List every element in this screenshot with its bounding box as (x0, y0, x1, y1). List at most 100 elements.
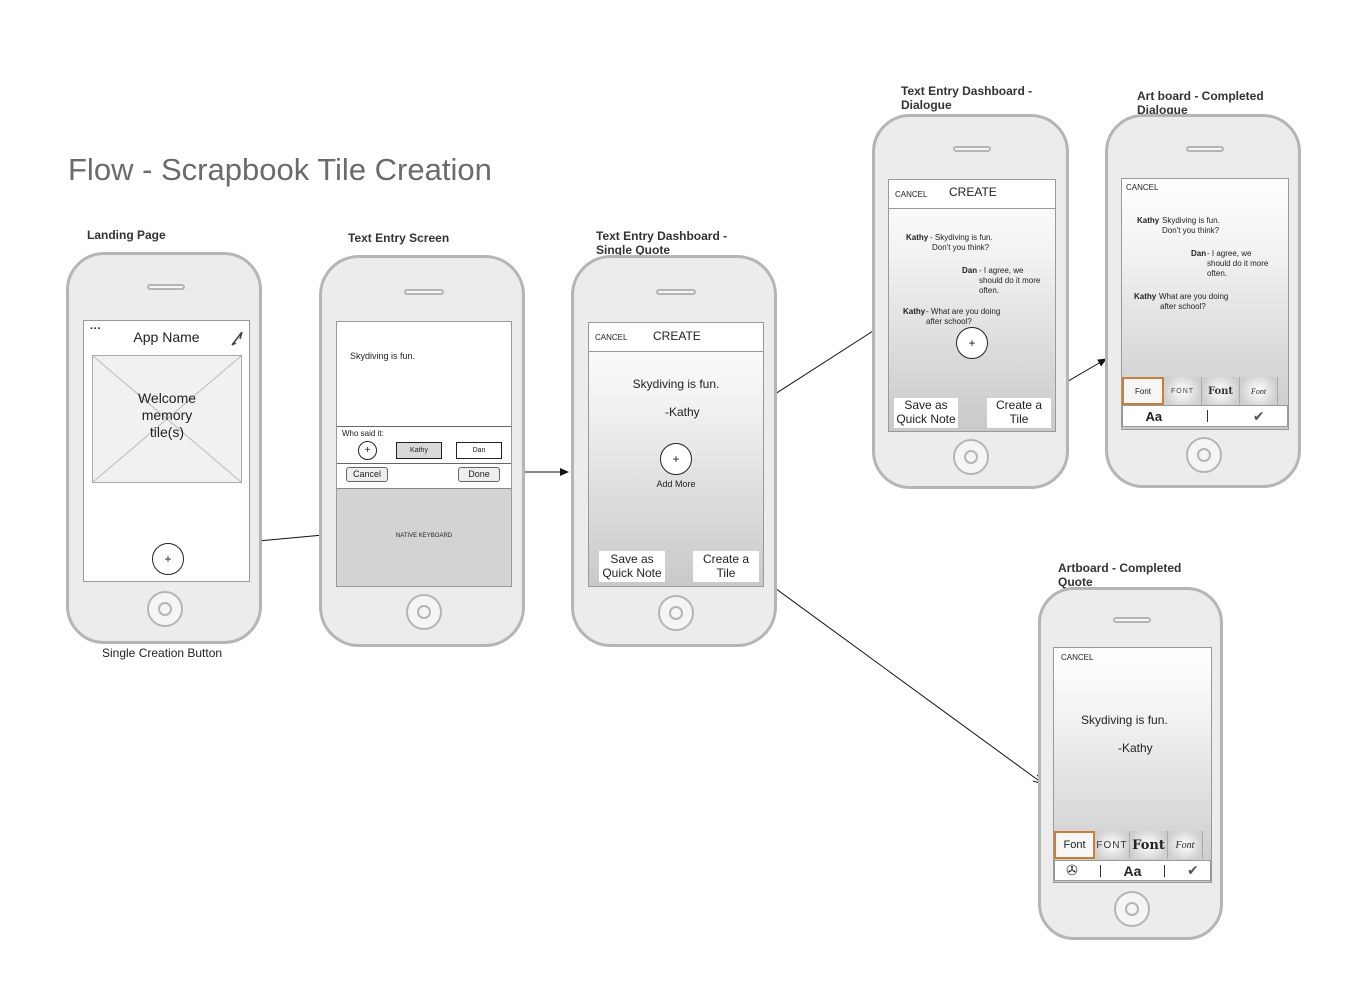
quote-text: Skydiving is fun. (1081, 713, 1168, 727)
caption-line: Art board - Completed (1137, 89, 1264, 103)
native-keyboard[interactable]: NATIVE KEYBOARD (337, 488, 511, 586)
dialogue-text: after school? (926, 317, 972, 326)
who-said-panel: Who said it: + Kathy Dan (337, 426, 511, 464)
dialogue-speaker: Dan (1191, 249, 1207, 258)
phone-speaker (147, 284, 185, 290)
button-line: Save as (610, 552, 654, 566)
dialogue-text: often. (1207, 269, 1228, 278)
quote-author: -Kathy (665, 405, 700, 419)
dialogue-text: Don't you think? (932, 243, 990, 252)
add-more-label: Add More (656, 479, 696, 489)
toolbar-divider (1163, 864, 1165, 877)
create-tile-button[interactable]: Create a Tile (693, 551, 759, 582)
home-button (953, 439, 989, 475)
caption-line: Text Entry Dashboard - (901, 84, 1033, 98)
home-button (147, 591, 183, 627)
welcome-image-placeholder: Welcome memory tile(s) (92, 355, 242, 483)
text-size-button[interactable]: Aa (1124, 863, 1142, 879)
app-name: App Name (133, 329, 200, 345)
phone-landing: ··· App Name Welcome memory tile(s) + (66, 252, 262, 644)
add-more-button[interactable]: + (956, 327, 988, 359)
font-option-caps[interactable]: FONT (1164, 377, 1202, 405)
speaker-dan-button[interactable]: Dan (456, 442, 502, 459)
phone-dashboard-dialogue: CANCEL CREATE Kathy - Skydiving is fun. … (872, 114, 1069, 489)
done-button[interactable]: Done (458, 467, 500, 482)
create-tile-button[interactable]: Create a Tile (987, 398, 1051, 428)
dialogue-text: What are you doing (1159, 292, 1229, 301)
dialogue-text: after school? (1160, 302, 1206, 311)
camera-shutter-icon[interactable]: ✇ (1066, 862, 1078, 879)
quote-text: Skydiving is fun. (632, 377, 720, 391)
toolbar-divider (1100, 864, 1102, 877)
cancel-button[interactable]: Cancel (346, 467, 388, 482)
welcome-line: Welcome (137, 390, 197, 406)
dialogue-speaker: Kathy (906, 233, 929, 242)
dialogue-line: - I agree, we should do it more often. (979, 266, 1040, 296)
font-option-bold[interactable]: Font (1130, 831, 1168, 859)
create-tile-plus-button[interactable]: + (152, 543, 184, 575)
text-size-button[interactable]: Aa (1145, 409, 1162, 424)
create-link[interactable]: CREATE (653, 329, 701, 343)
font-option-plain[interactable]: Font (1122, 377, 1164, 405)
font-picker: Font FONT Font Font (1122, 377, 1288, 405)
caption-artboard-quote: Artboard - Completed Quote (1058, 561, 1181, 589)
font-option-plain[interactable]: Font (1054, 831, 1095, 859)
landing-footnote: Single Creation Button (102, 646, 223, 660)
dashboard-dialogue-screen: CANCEL CREATE Kathy - Skydiving is fun. … (888, 179, 1056, 432)
caption-line: Text Entry Dashboard - (596, 229, 728, 243)
save-quick-note-button[interactable]: Save as Quick Note (894, 398, 958, 428)
phone-speaker (656, 289, 696, 295)
arrow-tile-to-quote-artboard (756, 574, 1042, 783)
home-button (1186, 437, 1222, 473)
dialogue-line: - I agree, we should do it more often. (1207, 249, 1268, 279)
cancel-link[interactable]: CANCEL (1126, 183, 1158, 192)
toolbar-divider (1206, 410, 1208, 422)
dialogue-line: - Skydiving is fun. Don't you think? (930, 233, 993, 253)
text-entry-screen: Skydiving is fun. Who said it: + Kathy D… (336, 321, 512, 587)
button-line: Quick Note (896, 412, 956, 426)
phone-speaker (1186, 146, 1224, 152)
artboard-toolbar: Aa ✔ (1122, 405, 1288, 427)
dialogue-text: - I agree, we (979, 266, 1024, 275)
landing-screen: ··· App Name Welcome memory tile(s) + (83, 320, 250, 582)
font-option-bold[interactable]: Font (1202, 377, 1240, 405)
dialogue-speaker: Kathy (1134, 292, 1157, 301)
dialogue-text: Don't you think? (1162, 226, 1220, 235)
speaker-kathy-button[interactable]: Kathy (396, 442, 442, 459)
font-option-script[interactable]: Font (1240, 377, 1278, 405)
phone-speaker (404, 289, 444, 295)
font-option-caps[interactable]: FONT (1095, 831, 1130, 859)
welcome-line: memory (141, 407, 193, 423)
add-speaker-button[interactable]: + (358, 441, 377, 460)
caption-dashboard-dialogue: Text Entry Dashboard - Dialogue (901, 84, 1032, 112)
phone-text-entry: Skydiving is fun. Who said it: + Kathy D… (319, 255, 525, 647)
add-more-button[interactable]: + (660, 443, 692, 475)
checkmark-icon[interactable]: ✔ (1187, 862, 1199, 879)
cancel-link[interactable]: CANCEL (895, 190, 927, 199)
phone-speaker (1113, 617, 1151, 623)
cancel-link[interactable]: CANCEL (595, 333, 627, 342)
caption-line: Artboard - Completed (1058, 561, 1182, 575)
entered-text[interactable]: Skydiving is fun. (350, 351, 415, 361)
caption-dashboard-single: Text Entry Dashboard - Single Quote (596, 229, 727, 257)
edit-icon[interactable] (228, 329, 246, 347)
dialogue-text: Skydiving is fun. (1162, 216, 1220, 225)
cancel-link[interactable]: CANCEL (1061, 653, 1093, 662)
dialogue-speaker: Kathy (903, 307, 926, 316)
button-line: Tile (716, 566, 736, 580)
button-line: Save as (904, 398, 948, 412)
checkmark-icon[interactable]: ✔ (1253, 408, 1265, 425)
button-line: Create a (995, 398, 1043, 412)
dialogue-text: should do it more (979, 276, 1041, 285)
phone-speaker (953, 146, 991, 152)
save-quick-note-button[interactable]: Save as Quick Note (599, 551, 665, 582)
dialogue-line: What are you doing after school? (1159, 292, 1228, 312)
button-line: Create a (702, 552, 750, 566)
create-link[interactable]: CREATE (949, 185, 997, 199)
caption-artboard-dialogue: Art board - Completed Dialogue (1137, 89, 1264, 117)
phone-artboard-dialogue: CANCEL Kathy Skydiving is fun. Don't you… (1105, 114, 1301, 488)
welcome-line: tile(s) (149, 424, 185, 440)
artboard-toolbar: ✇ Aa ✔ (1054, 860, 1211, 881)
font-option-script[interactable]: Font (1168, 831, 1203, 859)
home-button (406, 594, 442, 630)
